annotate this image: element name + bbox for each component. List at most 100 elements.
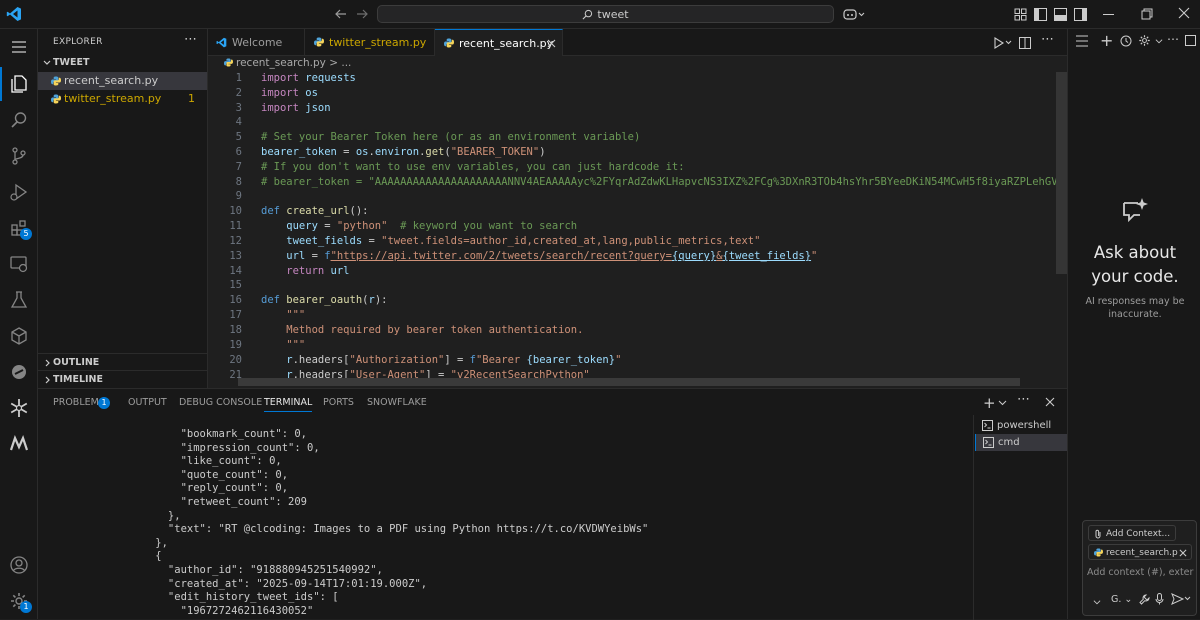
minimize-icon[interactable] (1103, 14, 1114, 15)
chat-more-icon[interactable]: ⋯ (1167, 32, 1179, 46)
terminal-line: "like_count": 0, (130, 455, 282, 468)
forward-arrow-icon[interactable] (355, 7, 369, 21)
code-editor[interactable]: recent_search.py > ... 1 2 3 4 5 6 7 8 9 10 11 12 13… (208, 56, 1067, 388)
close-window-icon[interactable] (1178, 7, 1190, 19)
python-file-icon (444, 38, 454, 48)
run-python-icon[interactable] (993, 37, 1013, 49)
mode-dropdown-icon[interactable] (1093, 598, 1101, 606)
panel-tab-terminal[interactable]: TERMINAL (264, 397, 313, 412)
tools-icon[interactable] (1139, 594, 1150, 605)
close-panel-icon[interactable] (1045, 397, 1055, 407)
file-twitter-stream[interactable]: twitter_stream.py 1 (38, 90, 207, 108)
file-name: twitter_stream.py (64, 92, 162, 105)
tab-recent-search[interactable]: recent_search.py (435, 29, 563, 57)
horizontal-scrollbar[interactable] (238, 378, 1020, 386)
source-control-icon[interactable] (0, 138, 38, 174)
new-terminal-icon[interactable]: + (983, 394, 996, 412)
line-number: 12 (229, 235, 242, 247)
panel-tab-ports[interactable]: PORTS (323, 397, 354, 408)
editor-more-icon[interactable]: ⋯ (1041, 32, 1054, 47)
line-number: 14 (229, 265, 242, 277)
testing-flask-icon[interactable] (0, 282, 38, 318)
line-number: 17 (229, 309, 242, 321)
code-line-18: Method required by bearer token authenti… (261, 324, 584, 336)
close-tab-icon[interactable] (547, 39, 556, 48)
new-chat-icon[interactable]: + (1100, 31, 1113, 50)
remote-explorer-icon[interactable] (0, 246, 38, 282)
manage-badge: 1 (20, 601, 32, 613)
folder-tweet[interactable]: TWEET (38, 54, 207, 72)
python-file-icon (51, 94, 61, 104)
run-debug-icon[interactable] (0, 174, 38, 210)
menu-icon[interactable] (0, 29, 38, 65)
tab-welcome[interactable]: Welcome (208, 29, 305, 56)
panel-tab-debug-console[interactable]: DEBUG CONSOLE (179, 397, 262, 408)
panel-more-icon[interactable]: ⋯ (1017, 392, 1030, 407)
code-line-5: # Set your Bearer Token here (or as an e… (261, 131, 641, 143)
terminal-powershell[interactable]: powershell (975, 417, 1067, 434)
toggle-panel-icon[interactable] (1054, 8, 1067, 21)
customize-layout-icon[interactable] (1014, 8, 1027, 21)
vertical-scrollbar[interactable] (1056, 72, 1067, 274)
line-number: 15 (229, 279, 242, 291)
chat-input-placeholder[interactable]: Add context (#), exter (1087, 567, 1195, 578)
microphone-icon[interactable] (1155, 593, 1164, 605)
back-arrow-icon[interactable] (334, 7, 348, 21)
toggle-secondary-sidebar-icon[interactable] (1074, 8, 1087, 21)
chevron-down-icon (42, 54, 52, 72)
explorer-icon[interactable] (0, 66, 38, 102)
restore-icon[interactable] (1141, 8, 1153, 20)
line-number: 16 (229, 294, 242, 306)
manage-gear-icon[interactable]: 1 (0, 583, 38, 619)
terminal-icon (983, 437, 994, 448)
context-file-chip[interactable]: recent_search.p (1088, 544, 1192, 560)
terminal-cmd[interactable]: cmd (975, 434, 1067, 451)
history-icon[interactable] (1120, 35, 1132, 47)
model-selector[interactable]: G. ⌄ (1111, 594, 1132, 605)
accounts-icon[interactable] (0, 547, 38, 583)
copilot-icon[interactable] (843, 7, 865, 21)
code-line-7: # If you don't want to use env variables… (261, 161, 685, 173)
code-line-19: """ (261, 339, 306, 351)
snowflake-icon[interactable] (0, 390, 38, 426)
panel-tab-output[interactable]: OUTPUT (128, 397, 167, 408)
search-sidebar-icon[interactable] (0, 102, 38, 138)
extensions-icon[interactable]: 5 (0, 210, 38, 246)
remove-context-icon[interactable] (1179, 549, 1187, 557)
split-editor-icon[interactable] (1019, 37, 1031, 49)
toggle-primary-sidebar-icon[interactable] (1034, 8, 1047, 21)
send-icon[interactable] (1171, 593, 1191, 605)
tab-label: recent_search.py (459, 37, 554, 50)
search-text: tweet (597, 7, 629, 21)
chat-input-box[interactable]: Add Context... recent_search.p Add conte… (1082, 520, 1197, 616)
chat-dropdown-icon[interactable] (1155, 37, 1163, 45)
terminal-icon (982, 420, 993, 431)
timeline-section[interactable]: TIMELINE (38, 370, 207, 388)
terminal-line: "text": "RT @clcoding: Images to a PDF u… (130, 523, 649, 536)
tab-twitter-stream[interactable]: twitter_stream.py 1 (305, 29, 435, 76)
file-recent-search[interactable]: recent_search.py (38, 72, 207, 90)
outline-section[interactable]: OUTLINE (38, 353, 207, 371)
panel-tab-snowflake[interactable]: SNOWFLAKE (367, 397, 427, 408)
explorer-more-icon[interactable]: ⋯ (184, 32, 197, 47)
containers-icon[interactable] (0, 318, 38, 354)
settings-gear-icon[interactable] (1138, 34, 1151, 47)
line-number: 7 (235, 161, 242, 173)
code-line-10: def create_url(): (261, 205, 369, 217)
command-center-search[interactable]: tweet (377, 5, 834, 23)
code-line-8: # bearer_token = "AAAAAAAAAAAAAAAAAAAAAN… (261, 176, 1067, 188)
python-file-icon (224, 58, 233, 67)
file-name: recent_search.py (64, 74, 159, 87)
problem-count-badge: 1 (188, 92, 195, 105)
terminal-dropdown-icon[interactable] (998, 398, 1007, 407)
breadcrumb[interactable]: recent_search.py > ... (224, 57, 351, 69)
chevron-right-icon (42, 371, 52, 389)
maximize-chat-icon[interactable] (1185, 35, 1196, 46)
breadcrumb-text: recent_search.py > ... (236, 57, 352, 69)
add-context-button[interactable]: Add Context... (1088, 525, 1177, 541)
database-connection-icon[interactable] (0, 354, 38, 390)
code-line-2: import os (261, 87, 318, 99)
chat-menu-icon[interactable] (1074, 35, 1090, 47)
paperclip-icon (1094, 529, 1102, 539)
dbt-icon[interactable] (0, 426, 38, 462)
